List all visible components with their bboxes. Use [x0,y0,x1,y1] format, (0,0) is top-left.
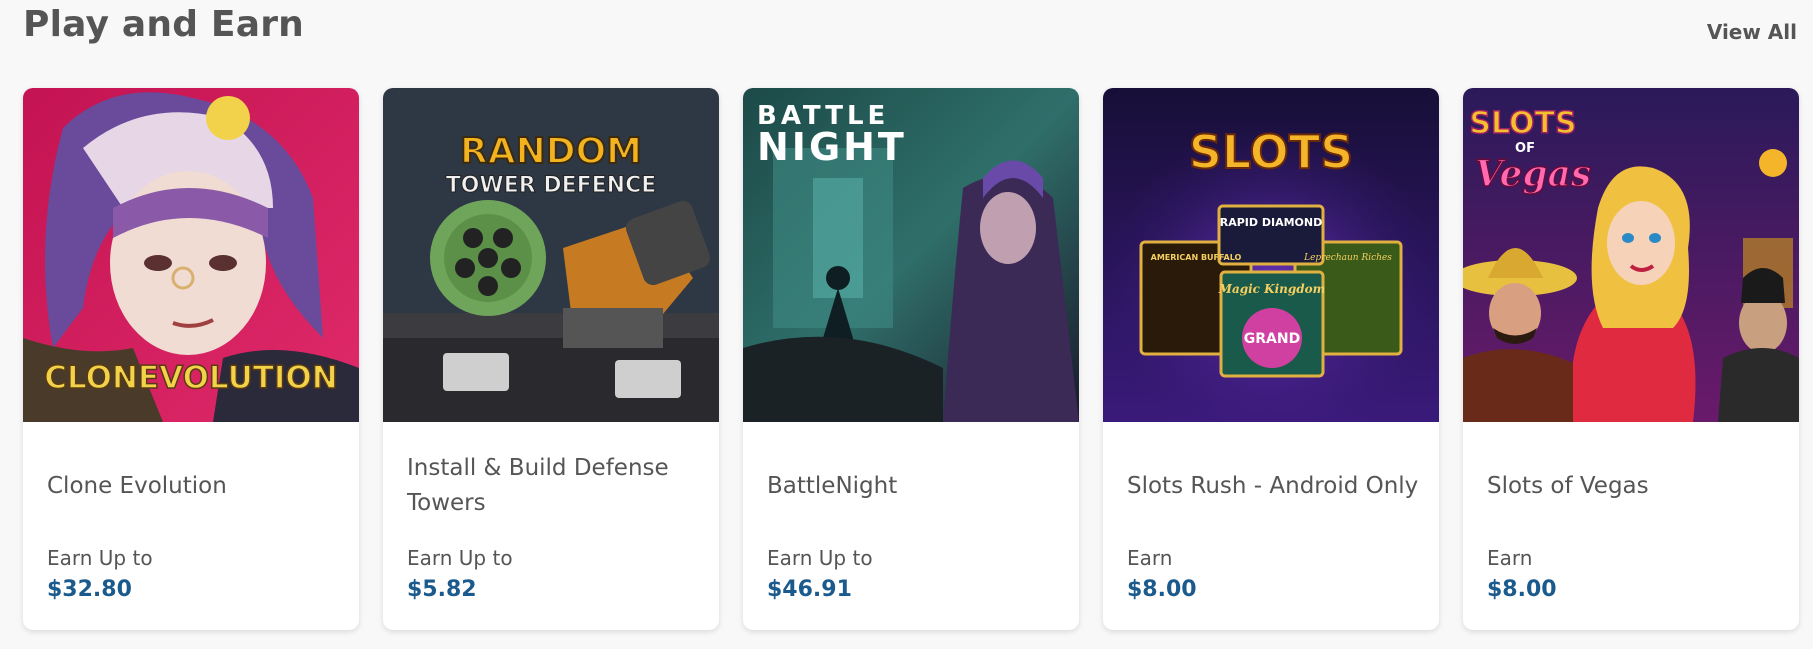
earn-amount: $8.00 [1127,577,1197,602]
game-image-clone-evolution[interactable]: CLONEVOLUTION [23,88,359,422]
slots-tile-rapid-diamond: RAPID DIAMOND [1220,216,1322,229]
game-card-random-tower-defence[interactable]: RANDOM TOWER DEFENCE Install & Build Def… [383,88,719,630]
earn-label: Earn [1487,546,1533,570]
slots-tile-grand: GRAND [1244,331,1300,347]
slots-tile-american-buffalo: AMERICAN BUFFALO [1151,253,1242,262]
earn-label: Earn Up to [407,546,513,570]
earn-amount: $5.82 [407,577,477,602]
battlenight-logo-line2: NIGHT [757,125,907,169]
section-title: Play and Earn [23,4,305,45]
game-image-slots-of-vegas[interactable]: SLOTS OF Vegas [1463,88,1799,422]
earn-amount: $8.00 [1487,577,1557,602]
slots-tile-leprechaun: Leprechaun Riches [1303,253,1392,263]
view-all-link[interactable]: View All [1707,20,1797,44]
slots-rush-logo: SLOTS [1189,125,1353,179]
game-image-slots-rush[interactable]: SLOTS RAPID DIAMOND AMERICAN BUFFALO Lep… [1103,88,1439,422]
random-logo-line1: RANDOM [460,131,642,172]
earn-amount: $46.91 [767,577,852,602]
game-card-slots-rush[interactable]: SLOTS RAPID DIAMOND AMERICAN BUFFALO Lep… [1103,88,1439,630]
game-card-clone-evolution[interactable]: CLONEVOLUTION Clone Evolution Earn Up to… [23,88,359,630]
earn-label: Earn [1127,546,1173,570]
earn-label: Earn Up to [767,546,873,570]
game-image-random-tower-defence[interactable]: RANDOM TOWER DEFENCE [383,88,719,422]
game-title: Clone Evolution [47,472,227,499]
vegas-logo-line3: Vegas [1475,153,1591,195]
vegas-logo-line1: SLOTS [1469,106,1576,141]
random-logo-line2: TOWER DEFENCE [446,173,657,198]
clone-evolution-logo: CLONEVOLUTION [44,360,337,396]
game-card-battlenight[interactable]: BATTLE NIGHT BattleNight Earn Up to $46.… [743,88,1079,630]
game-title: Slots Rush - Android Only [1127,472,1419,499]
earn-amount: $32.80 [47,577,132,602]
game-title: Slots of Vegas [1487,472,1649,499]
game-card-slots-of-vegas[interactable]: SLOTS OF Vegas Slots of Vegas Earn $8.00 [1463,88,1799,630]
game-card-list: CLONEVOLUTION Clone Evolution Earn Up to… [23,88,1799,630]
game-title: BattleNight [767,472,898,499]
section-header: Play and Earn View All [23,4,1797,54]
earn-label: Earn Up to [47,546,153,570]
game-title: Install & Build Defense Towers [407,455,669,516]
slots-tile-magic-kingdom: Magic Kingdom [1218,282,1326,296]
game-image-battlenight[interactable]: BATTLE NIGHT [743,88,1079,422]
